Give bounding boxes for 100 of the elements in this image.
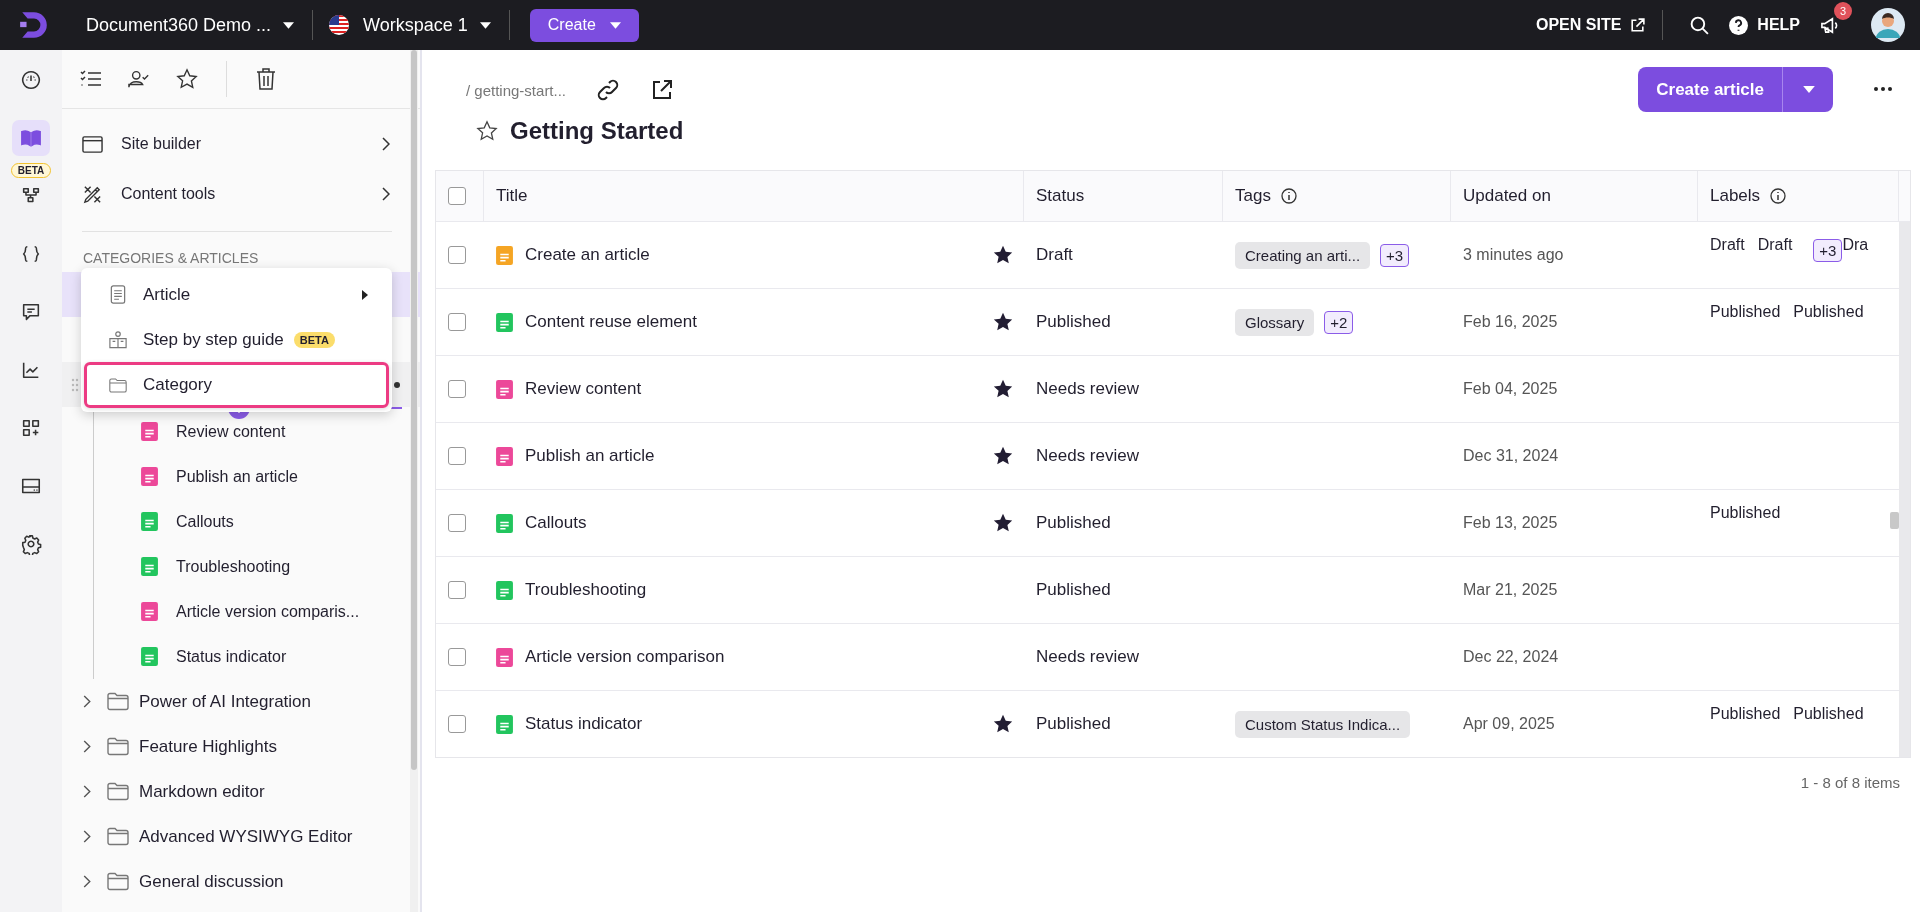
beta-badge: BETA	[293, 331, 335, 348]
folder-row[interactable]: General discussion	[62, 859, 420, 904]
article-title[interactable]: Status indicator	[525, 714, 643, 734]
tree-page-row[interactable]: Callouts	[141, 499, 420, 544]
chat-icon	[20, 301, 42, 323]
star-icon[interactable]	[992, 378, 1014, 400]
book-icon	[20, 127, 42, 149]
row-checkbox[interactable]	[448, 447, 466, 465]
folder-icon	[107, 692, 129, 711]
help-icon	[1728, 14, 1750, 36]
chevron-right-icon[interactable]	[83, 875, 91, 888]
tree-page-row[interactable]: Troubleshooting	[141, 544, 420, 589]
updated-date: Dec 22, 2024	[1463, 648, 1559, 666]
folder-icon	[109, 375, 127, 395]
row-checkbox[interactable]	[448, 648, 466, 666]
star-icon[interactable]	[992, 512, 1014, 534]
row-checkbox[interactable]	[448, 246, 466, 264]
more-count[interactable]: +3	[1813, 239, 1843, 262]
star-icon[interactable]	[176, 68, 198, 90]
folder-row[interactable]: Markdown editor	[62, 769, 420, 814]
article-title[interactable]: Content reuse element	[525, 312, 697, 332]
scrollbar[interactable]	[1899, 222, 1910, 757]
create-button[interactable]: Create	[529, 8, 639, 42]
updated-date: Feb 04, 2025	[1463, 380, 1558, 398]
star-icon[interactable]	[476, 120, 498, 142]
star-icon[interactable]	[992, 311, 1014, 333]
link-icon[interactable]	[596, 78, 621, 102]
caret-icon[interactable]	[283, 21, 295, 29]
document-icon	[109, 285, 127, 304]
select-all-checkbox[interactable]	[448, 187, 466, 205]
pencil-ruler-icon	[82, 183, 103, 205]
folder-row[interactable]: Power of AI Integration	[62, 679, 420, 724]
scrollbar[interactable]	[410, 50, 418, 912]
folder-row[interactable]: Advanced WYSIWYG Editor	[62, 814, 420, 859]
status-text: Published	[1036, 312, 1111, 332]
user-check-icon[interactable]	[128, 68, 150, 90]
article-title[interactable]: Publish an article	[525, 446, 655, 466]
updated-date: Mar 21, 2025	[1463, 581, 1558, 599]
row-checkbox[interactable]	[448, 514, 466, 532]
article-title[interactable]: Article version comparison	[525, 647, 725, 667]
tree-page-row[interactable]: Status indicator	[141, 634, 420, 679]
row-checkbox[interactable]	[448, 581, 466, 599]
status-text: Published	[1036, 513, 1111, 533]
chevron-right-icon[interactable]	[83, 785, 91, 798]
more-count[interactable]: +2	[1324, 310, 1354, 334]
tree-page-row[interactable]: Article version comparis...	[141, 589, 420, 634]
row-checkbox[interactable]	[448, 715, 466, 733]
sidebar-nav-item[interactable]: Content tools	[62, 169, 420, 219]
project-dropdown[interactable]: Document360 Demo ...	[86, 14, 313, 36]
row-checkbox[interactable]	[448, 380, 466, 398]
breadcrumb[interactable]: / getting-start...	[466, 81, 567, 99]
sidebar-nav-item[interactable]: Site builder	[62, 119, 420, 169]
guide-icon	[109, 330, 127, 349]
avatar[interactable]	[1871, 8, 1905, 42]
star-icon[interactable]	[992, 244, 1014, 266]
trash-icon[interactable]	[255, 68, 277, 90]
beta-badge: BETA	[10, 163, 52, 178]
workspace-dropdown[interactable]: Workspace 1	[329, 14, 509, 36]
pagination-text: 1 - 8 of 8 items	[1800, 774, 1900, 791]
star-icon[interactable]	[992, 445, 1014, 467]
menu-option[interactable]: Article	[84, 272, 389, 317]
caret-icon[interactable]	[479, 21, 491, 29]
info-icon[interactable]	[1280, 188, 1297, 204]
row-checkbox[interactable]	[448, 313, 466, 331]
chevron-right-icon[interactable]	[83, 830, 91, 843]
folder-icon	[107, 827, 129, 846]
column-header[interactable]: Labels	[1710, 186, 1761, 206]
column-header[interactable]: Tags	[1235, 186, 1271, 206]
drag-handle-icon[interactable]	[71, 377, 79, 392]
tag-chip[interactable]: Creating an arti...	[1235, 241, 1371, 269]
logo-icon[interactable]	[18, 9, 50, 41]
article-title[interactable]: Troubleshooting	[525, 580, 647, 600]
menu-option[interactable]: Category	[84, 362, 389, 408]
star-icon[interactable]	[992, 713, 1014, 735]
search-icon[interactable]	[1689, 14, 1711, 36]
column-header[interactable]: Title	[496, 186, 528, 206]
chevron-right-icon[interactable]	[83, 695, 91, 708]
create-article-button[interactable]: Create article	[1638, 67, 1833, 112]
external-link-icon[interactable]	[650, 78, 675, 102]
info-icon[interactable]	[1770, 188, 1787, 204]
tree-page-row[interactable]: Review content	[141, 409, 420, 454]
tree-page-row[interactable]: Publish an article	[141, 454, 420, 499]
more-dot[interactable]	[394, 381, 400, 388]
article-title[interactable]: Review content	[525, 379, 642, 399]
column-header[interactable]: Status	[1036, 186, 1085, 206]
column-header[interactable]: Updated on	[1463, 186, 1551, 206]
tag-chip[interactable]: Glossary	[1235, 308, 1315, 336]
status-text: Needs review	[1036, 647, 1139, 667]
menu-option[interactable]: Step by step guide BETA	[84, 317, 389, 362]
status-text: Needs review	[1036, 446, 1139, 466]
help-link[interactable]: HELP	[1728, 14, 1800, 36]
tag-chip[interactable]: Custom Status Indica...	[1235, 710, 1411, 738]
open-site-link[interactable]: OPEN SITE	[1535, 16, 1647, 34]
chevron-right-icon[interactable]	[83, 740, 91, 753]
folder-row[interactable]: Feature Highlights	[62, 724, 420, 769]
status-text: Needs review	[1036, 379, 1139, 399]
more-count[interactable]: +3	[1380, 243, 1410, 267]
more-icon[interactable]	[1873, 86, 1893, 92]
article-title[interactable]: Callouts	[525, 513, 587, 533]
article-title[interactable]: Create an article	[525, 245, 650, 265]
